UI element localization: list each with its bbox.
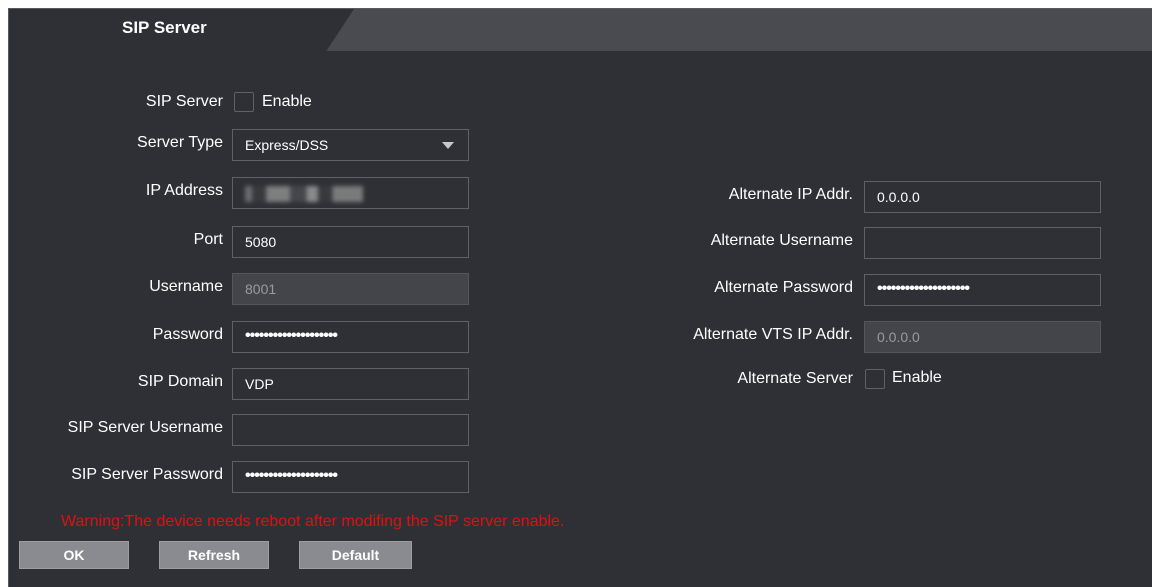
alt-username-label: Alternate Username [710,232,853,249]
alt-ip-input[interactable]: 0.0.0.0 [864,181,1101,213]
sip-server-enable-checkbox[interactable] [234,92,254,112]
server-type-select[interactable]: Express/DSS [232,129,469,161]
sip-server-username-label: SIP Server Username [67,419,223,436]
sip-server-username-input[interactable] [232,414,469,446]
sip-server-enable-label: Enable [262,93,312,110]
alt-ip-label: Alternate IP Addr. [728,186,853,203]
alt-vts-input: 0.0.0.0 [864,321,1101,353]
ok-button[interactable]: OK [19,541,129,569]
alt-password-label: Alternate Password [714,279,853,296]
tab-bar: SIP Server [9,9,1152,51]
tab-sip-server-label: SIP Server [122,18,207,37]
sip-server-panel: SIP Server SIP Server Enable Server Type… [8,8,1152,587]
refresh-button[interactable]: Refresh [159,541,269,569]
alt-server-label: Alternate Server [737,370,853,387]
server-type-label: Server Type [137,134,223,151]
alt-server-enable-label: Enable [892,369,942,386]
chevron-down-icon [442,142,454,149]
tab-sip-server[interactable]: SIP Server [9,9,354,51]
sip-server-password-label: SIP Server Password [71,466,223,483]
alt-vts-label: Alternate VTS IP Addr. [693,326,853,343]
default-button[interactable]: Default [299,541,412,569]
server-type-value: Express/DSS [245,137,329,153]
alt-server-enable-checkbox[interactable] [865,369,885,389]
alt-username-input[interactable] [864,227,1101,259]
alt-password-input[interactable]: •••••••••••••••••••• [864,274,1101,306]
sip-server-label: SIP Server [145,93,223,110]
sip-server-password-input[interactable]: •••••••••••••••••••• [232,461,469,493]
reboot-warning: Warning:The device needs reboot after mo… [61,513,565,530]
